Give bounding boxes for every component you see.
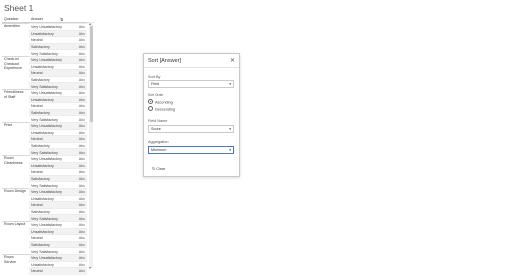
column-header-answer[interactable]: Answer [31, 17, 43, 21]
sort-by-label: Sort By [148, 75, 161, 79]
chevron-down-icon: ▾ [229, 81, 231, 86]
table-header: Question Answer ⇅ [2, 15, 94, 23]
aggregation-label: Aggregation [148, 140, 169, 144]
chevron-down-icon: ▾ [229, 147, 231, 152]
clear-button[interactable]: ↻ Clear [152, 166, 165, 171]
field-name-value: Score [151, 126, 161, 131]
field-name-label: Field Name [148, 119, 168, 123]
question-label: Service [4, 259, 16, 264]
dialog-title: Sort [Answer] [148, 58, 182, 64]
close-icon[interactable]: ✕ [230, 57, 235, 64]
question-label: Experience [4, 66, 22, 71]
question-label: Price [4, 123, 13, 127]
sort-icon[interactable]: ⇅ [60, 17, 63, 22]
sort-dialog: Sort [Answer] ✕ Sort By Field ▾ Sort Ord… [143, 53, 240, 177]
sort-order-label: Sort Order [148, 93, 164, 97]
descending-label: Descending [155, 106, 176, 111]
radio-ascending[interactable]: Ascending [148, 99, 173, 104]
chevron-down-icon: ▾ [229, 126, 231, 131]
aggregation-select[interactable]: Minimum ▾ [148, 146, 234, 154]
field-name-select[interactable]: Score ▾ [148, 125, 234, 133]
table-row[interactable]: Neutral Abc [29, 267, 87, 275]
question-label: Cleanliness [4, 160, 23, 165]
question-label: of Staff [4, 94, 16, 99]
question-label: Amenities [4, 24, 20, 28]
answer-cell: Neutral [31, 269, 43, 274]
scroll-up-icon[interactable]: ▴ [89, 22, 91, 26]
radio-descending[interactable]: Descending [148, 105, 176, 111]
question-label: Room Layout [4, 222, 26, 226]
sort-by-select[interactable]: Field ▾ [148, 80, 234, 88]
sheet-title: Sheet 1 [4, 3, 34, 13]
text-table: Question Answer ⇅ Amenities Very Unsatisf… [2, 15, 94, 275]
scrollbar-thumb[interactable] [89, 26, 93, 122]
scroll-down-icon[interactable]: ▾ [89, 266, 91, 270]
column-header-question[interactable]: Question [4, 17, 18, 21]
value-cell: Abc [78, 269, 85, 274]
question-label: Room Design [4, 189, 26, 193]
sort-by-value: Field [151, 81, 160, 86]
aggregation-value: Minimum [151, 147, 167, 152]
radio-selected-icon [148, 99, 153, 104]
radio-unselected-icon [148, 105, 153, 111]
ascending-label: Ascending [155, 100, 173, 105]
divider [144, 67, 239, 68]
